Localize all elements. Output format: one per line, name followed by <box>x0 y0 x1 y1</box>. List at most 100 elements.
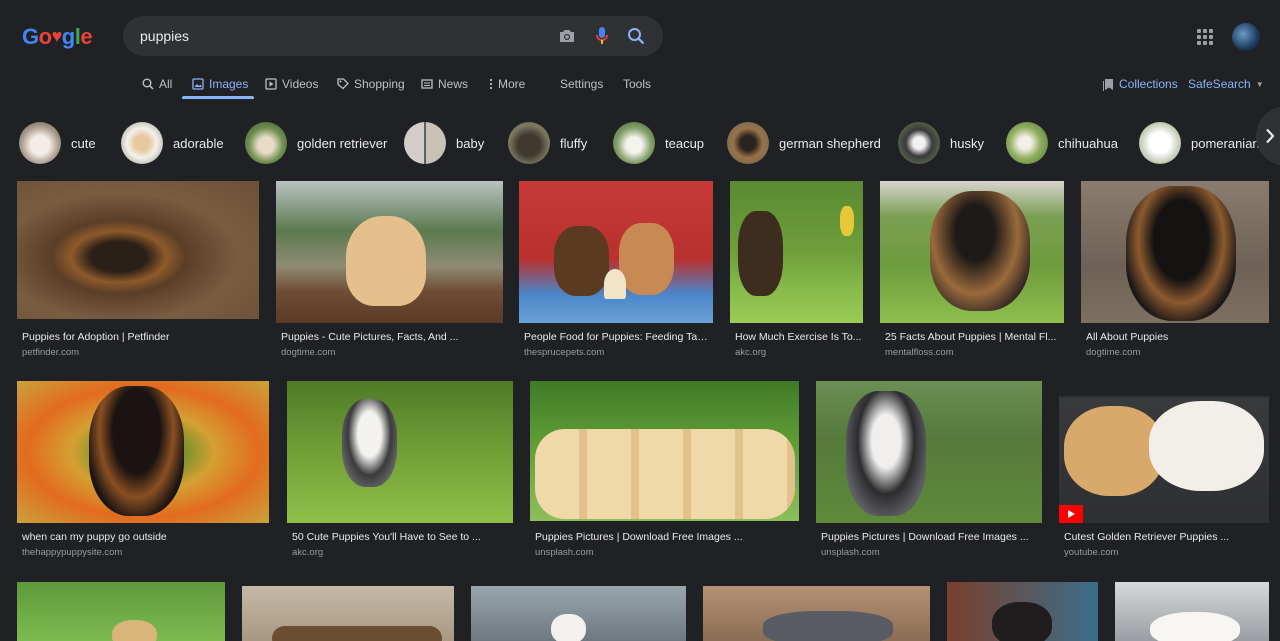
result-thumbnail <box>471 586 686 641</box>
chip-thumbnail <box>404 122 446 164</box>
image-result[interactable]: when can my puppy go outside thehappypup… <box>17 381 269 561</box>
google-logo[interactable]: G o ♥ g l e <box>22 24 93 50</box>
play-icon <box>1068 510 1075 518</box>
chevron-right-icon <box>1266 128 1275 144</box>
result-title: People Food for Puppies: Feeding Tab... <box>524 331 710 343</box>
result-title: Puppies Pictures | Download Free Images … <box>821 531 1029 543</box>
chip-label: fluffy <box>560 135 588 151</box>
play-icon <box>265 78 277 90</box>
image-result[interactable]: People Food for Puppies: Feeding Tab... … <box>519 181 713 361</box>
chip-label: chihuahua <box>1058 135 1118 151</box>
result-title: Puppies Pictures | Download Free Images … <box>535 531 743 543</box>
result-source: thehappypuppysite.com <box>22 547 123 558</box>
tab-label: Images <box>209 77 249 91</box>
image-result[interactable] <box>471 586 686 641</box>
image-result[interactable]: All About Puppies dogtime.com <box>1081 181 1269 361</box>
tab-label: Videos <box>282 77 319 91</box>
tab-all[interactable]: All <box>142 70 172 98</box>
result-title: 50 Cute Puppies You'll Have to See to ..… <box>292 531 481 543</box>
image-result[interactable]: Puppies Pictures | Download Free Images … <box>816 381 1042 561</box>
mic-icon[interactable] <box>592 26 612 46</box>
chip-label: golden retriever <box>297 135 388 151</box>
image-result[interactable] <box>17 582 225 641</box>
result-thumbnail <box>287 381 513 523</box>
result-thumbnail <box>816 381 1042 523</box>
tab-label: Shopping <box>354 77 405 91</box>
chip-thumbnail <box>613 122 655 164</box>
collections-link[interactable]: Collections <box>1102 70 1178 98</box>
safesearch-toggle[interactable]: SafeSearch ▼ <box>1188 70 1264 98</box>
logo-letter: o <box>38 24 52 49</box>
chip-chihuahua[interactable]: chihuahua <box>1006 121 1118 165</box>
tab-videos[interactable]: Videos <box>265 70 318 98</box>
result-source: unsplash.com <box>535 547 594 558</box>
apps-grid-icon[interactable] <box>1197 29 1213 45</box>
chip-cute[interactable]: cute <box>19 121 96 165</box>
chip-thumbnail <box>121 122 163 164</box>
image-result[interactable]: Cutest Golden Retriever Puppies ... yout… <box>1059 381 1269 561</box>
chip-adorable[interactable]: adorable <box>121 121 224 165</box>
search-input[interactable] <box>140 26 540 46</box>
tab-label: All <box>159 77 173 91</box>
tools-label: Tools <box>623 77 652 91</box>
result-thumbnail <box>17 381 269 523</box>
result-thumbnail <box>1059 381 1269 523</box>
tab-label: More <box>498 77 526 91</box>
result-thumbnail <box>703 586 930 641</box>
chip-husky[interactable]: husky <box>898 121 984 165</box>
chip-thumbnail <box>508 122 550 164</box>
result-source: thesprucepets.com <box>524 347 605 358</box>
chip-label: baby <box>456 135 485 151</box>
chip-german-shepherd[interactable]: german shepherd <box>727 121 881 165</box>
chip-thumbnail <box>1139 122 1181 164</box>
news-icon <box>421 78 433 90</box>
account-avatar[interactable] <box>1232 23 1260 51</box>
result-thumbnail <box>17 582 225 641</box>
image-result[interactable]: How Much Exercise Is To... akc.org <box>730 181 863 361</box>
image-result[interactable] <box>242 586 454 641</box>
chip-thumbnail <box>19 122 61 164</box>
related-searches: cute adorable golden retriever baby fluf… <box>0 120 1280 166</box>
image-result[interactable]: 25 Facts About Puppies | Mental Fl... me… <box>880 181 1064 361</box>
tab-shopping[interactable]: Shopping <box>337 70 405 98</box>
chip-golden-retriever[interactable]: golden retriever <box>245 121 387 165</box>
search-icon[interactable] <box>626 26 646 46</box>
result-thumbnail <box>947 582 1098 641</box>
image-result[interactable] <box>947 582 1098 641</box>
chip-teacup[interactable]: teacup <box>613 121 704 165</box>
tab-more[interactable]: More <box>489 70 525 98</box>
chip-fluffy[interactable]: fluffy <box>508 121 587 165</box>
image-result[interactable]: 50 Cute Puppies You'll Have to See to ..… <box>287 381 513 561</box>
tools-link[interactable]: Tools <box>623 70 651 98</box>
search-icon <box>142 78 154 90</box>
result-thumbnail <box>1081 181 1269 323</box>
result-title: 25 Facts About Puppies | Mental Fl... <box>885 331 1057 343</box>
tab-news[interactable]: News <box>421 70 468 98</box>
settings-link[interactable]: Settings <box>560 70 603 98</box>
heart-icon: ♥ <box>51 26 63 46</box>
image-result[interactable]: Puppies for Adoption | Petfinder petfind… <box>17 181 259 361</box>
image-result[interactable] <box>1115 582 1269 641</box>
more-vert-icon <box>489 78 493 90</box>
chip-label: teacup <box>665 135 705 151</box>
safesearch-label: SafeSearch <box>1188 77 1251 91</box>
chip-label: german shepherd <box>779 135 881 151</box>
image-result[interactable] <box>703 586 930 641</box>
result-source: youtube.com <box>1064 547 1119 558</box>
result-thumbnail <box>519 181 713 323</box>
tab-images[interactable]: Images <box>192 70 248 98</box>
collections-label: Collections <box>1119 77 1178 91</box>
image-icon <box>192 78 204 90</box>
camera-icon[interactable] <box>557 26 577 46</box>
result-source: akc.org <box>735 347 767 358</box>
result-title: Cutest Golden Retriever Puppies ... <box>1064 531 1230 543</box>
active-tab-indicator <box>182 96 254 99</box>
image-result[interactable]: Puppies Pictures | Download Free Images … <box>530 381 799 561</box>
chip-baby[interactable]: baby <box>404 121 484 165</box>
chip-pomeranian[interactable]: pomeranian <box>1139 121 1260 165</box>
image-result[interactable]: Puppies - Cute Pictures, Facts, And ... … <box>276 181 503 361</box>
tag-icon <box>337 78 349 90</box>
chip-label: husky <box>950 135 984 151</box>
chip-thumbnail <box>727 122 769 164</box>
result-thumbnail <box>530 381 799 521</box>
